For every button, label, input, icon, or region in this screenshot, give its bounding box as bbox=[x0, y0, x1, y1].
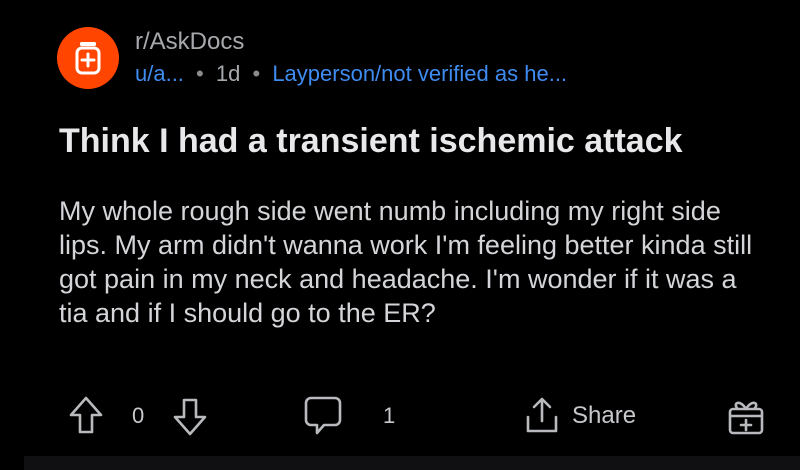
award-gift-icon bbox=[728, 401, 764, 435]
subreddit-name[interactable]: r/AskDocs bbox=[135, 27, 567, 57]
user-flair[interactable]: Layperson/not verified as he... bbox=[272, 61, 567, 86]
comment-bubble-icon bbox=[304, 396, 342, 435]
post-meta: r/AskDocs u/a... • 1d • Layperson/not ve… bbox=[135, 27, 567, 89]
share-label: Share bbox=[572, 402, 637, 429]
author-username[interactable]: u/a... bbox=[135, 61, 184, 86]
post-header: r/AskDocs u/a... • 1d • Layperson/not ve… bbox=[57, 27, 567, 89]
next-content-edge bbox=[24, 456, 800, 470]
arrow-down-icon bbox=[173, 398, 207, 436]
subreddit-avatar[interactable] bbox=[57, 27, 119, 89]
arrow-up-icon bbox=[69, 396, 103, 434]
comment-button[interactable] bbox=[304, 392, 342, 440]
comment-score: 1 bbox=[383, 392, 395, 440]
upvote-button[interactable] bbox=[68, 392, 104, 440]
share-icon bbox=[526, 397, 558, 433]
meta-separator: • bbox=[196, 61, 204, 86]
subreddit-avatar-icon bbox=[75, 42, 101, 75]
post-title: Think I had a transient ischemic attack bbox=[59, 122, 683, 160]
downvote-button[interactable] bbox=[172, 392, 208, 440]
post-body: My whole rough side went numb including … bbox=[59, 196, 753, 328]
comment-count: 1 bbox=[383, 403, 396, 428]
share-button[interactable]: Share bbox=[524, 392, 636, 440]
post-meta-line: u/a... • 1d • Layperson/not verified as … bbox=[135, 59, 567, 89]
post-action-bar: 0 1 Share bbox=[68, 392, 780, 440]
meta-separator: • bbox=[252, 61, 261, 86]
post-detail-screen: r/AskDocs u/a... • 1d • Layperson/not ve… bbox=[0, 0, 800, 470]
vote-count: 0 bbox=[132, 403, 145, 428]
vote-score: 0 bbox=[132, 392, 144, 440]
post-age: 1d bbox=[215, 61, 241, 86]
award-button[interactable] bbox=[726, 392, 766, 440]
